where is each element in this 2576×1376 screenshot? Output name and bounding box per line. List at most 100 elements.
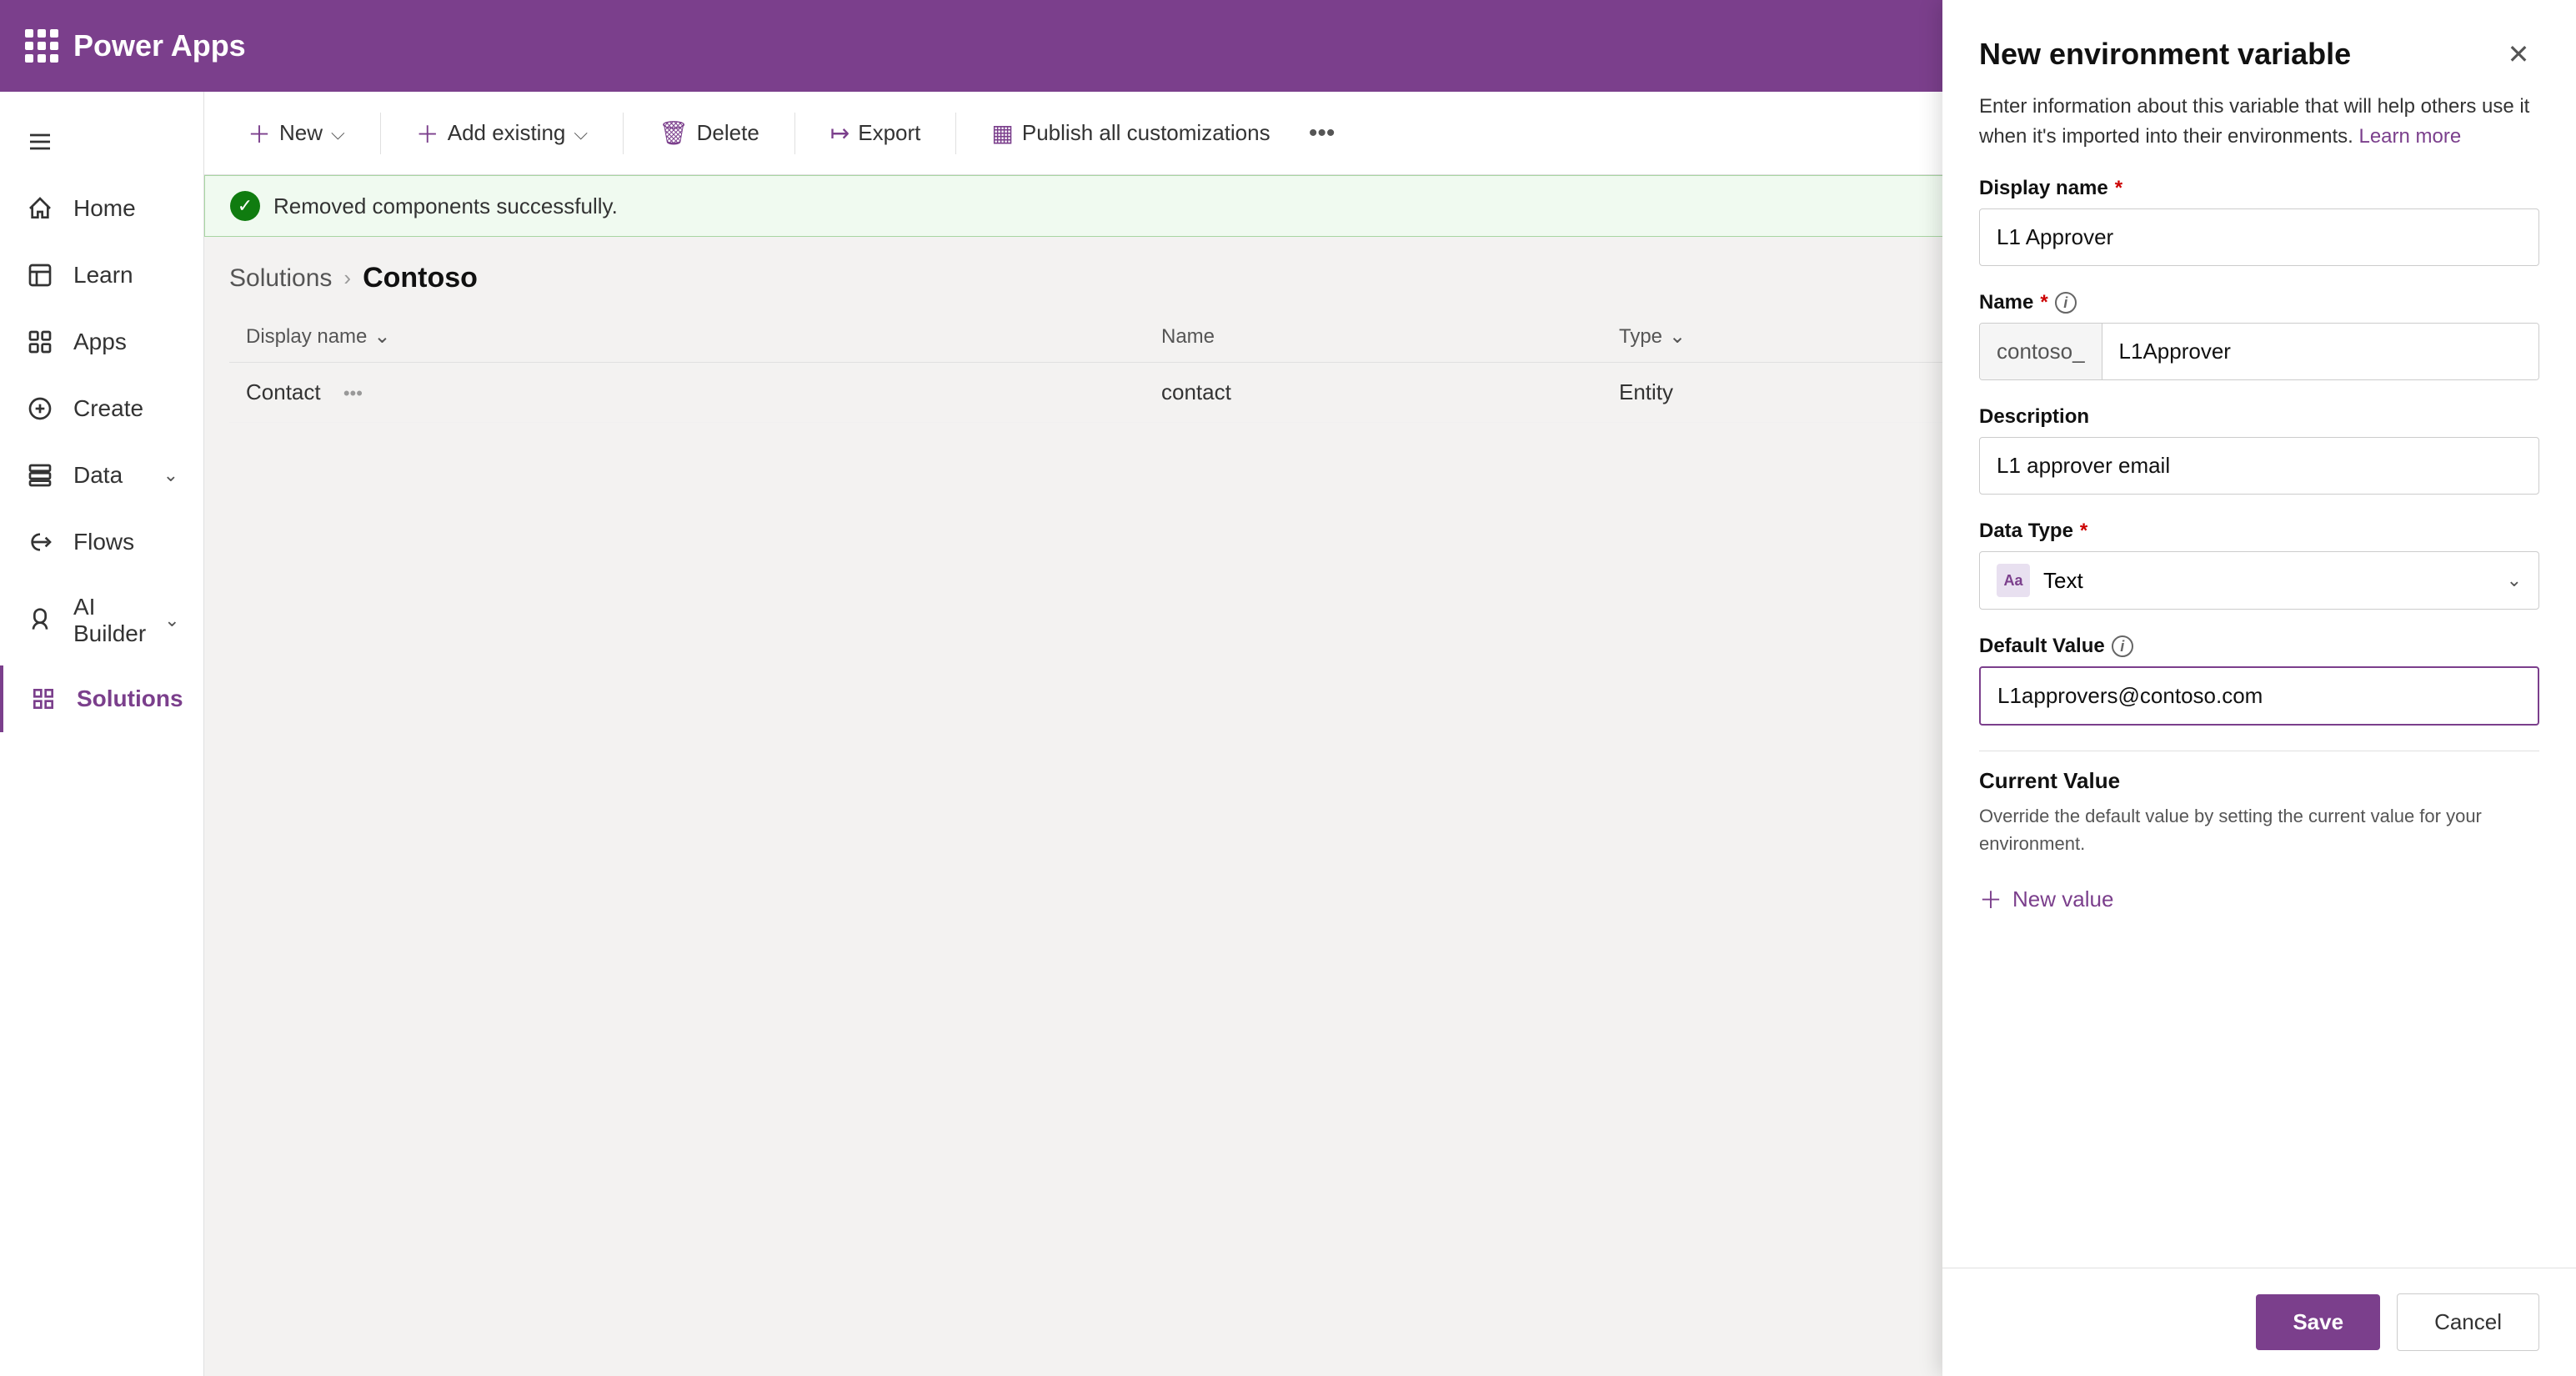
name-label-row: Name * i xyxy=(1979,291,2539,314)
row-more-icon[interactable]: ••• xyxy=(343,383,363,404)
sidebar-item-data[interactable]: Data ⌄ xyxy=(0,442,203,509)
export-icon: ↦ xyxy=(830,119,849,147)
sidebar-item-home-label: Home xyxy=(73,195,136,222)
sidebar: Home Learn Apps xyxy=(0,92,204,1376)
name-prefix: contoso_ xyxy=(1980,324,2102,379)
learn-more-link[interactable]: Learn more xyxy=(2358,125,2461,148)
new-button-label: New xyxy=(279,120,323,146)
add-new-value-button[interactable]: ＋ New value xyxy=(1979,874,2113,924)
app-title: Power Apps xyxy=(73,28,246,63)
name-group: Name * i contoso_ xyxy=(1979,291,2539,380)
sidebar-item-learn[interactable]: Learn xyxy=(0,242,203,309)
logo-area: Power Apps xyxy=(25,28,246,63)
name-input-group: contoso_ xyxy=(1979,323,2539,380)
new-chevron-icon: ⌵ xyxy=(331,123,345,144)
cancel-button[interactable]: Cancel xyxy=(2397,1293,2539,1351)
data-type-label-row: Data Type * xyxy=(1979,520,2539,543)
row-display-name: Contact ••• xyxy=(246,379,1161,405)
flows-icon xyxy=(25,527,55,557)
sidebar-item-flows-label: Flows xyxy=(73,529,134,555)
plus-icon: ＋ xyxy=(248,117,271,150)
panel-title: New environment variable xyxy=(1979,37,2351,72)
publish-label: Publish all customizations xyxy=(1022,120,1270,146)
sidebar-item-home[interactable]: Home xyxy=(0,175,203,242)
data-type-value: Aa Text xyxy=(1997,564,2083,597)
delete-button[interactable]: 🗑 Delete xyxy=(640,108,778,158)
success-check-icon: ✓ xyxy=(230,191,260,221)
display-name-input[interactable] xyxy=(1979,208,2539,266)
hamburger-icon xyxy=(25,127,55,157)
description-input[interactable] xyxy=(1979,437,2539,495)
display-name-required: * xyxy=(2115,177,2122,200)
name-required: * xyxy=(2040,291,2047,314)
export-label: Export xyxy=(858,120,920,146)
save-button[interactable]: Save xyxy=(2256,1294,2380,1350)
apps-icon xyxy=(25,327,55,357)
default-value-group: Default Value i xyxy=(1979,635,2539,726)
sidebar-item-create[interactable]: Create xyxy=(0,375,203,442)
export-button[interactable]: ↦ Export xyxy=(812,108,940,158)
toolbar-divider-3 xyxy=(794,113,795,154)
current-value-section: Current Value Override the default value… xyxy=(1979,768,2539,924)
header-type-label: Type xyxy=(1619,325,1662,349)
header-display-name-label: Display name xyxy=(246,325,367,349)
new-value-label: New value xyxy=(2012,886,2113,912)
sidebar-item-data-label: Data xyxy=(73,462,123,489)
panel-description: Enter information about this variable th… xyxy=(1942,92,2576,177)
name-info-icon[interactable]: i xyxy=(2055,292,2077,314)
text-type-icon: Aa xyxy=(1997,564,2030,597)
type-sort-icon: ⌄ xyxy=(1669,324,1686,349)
add-icon: ＋ xyxy=(416,117,439,150)
panel-header: New environment variable ✕ xyxy=(1942,0,2576,92)
description-group: Description xyxy=(1979,405,2539,495)
publish-icon: ▦ xyxy=(991,119,1013,147)
sidebar-item-apps-label: Apps xyxy=(73,329,127,355)
publish-button[interactable]: ▦ Publish all customizations xyxy=(973,108,1288,158)
add-existing-button[interactable]: ＋ Add existing ⌵ xyxy=(398,105,606,162)
data-icon xyxy=(25,460,55,490)
sidebar-item-ai-builder-label: AI Builder xyxy=(73,594,146,647)
data-type-required: * xyxy=(2080,520,2087,543)
breadcrumb-solutions-link[interactable]: Solutions xyxy=(229,264,332,293)
panel-close-button[interactable]: ✕ xyxy=(2498,33,2539,75)
trash-icon: 🗑 xyxy=(659,119,689,147)
data-type-group: Data Type * Aa Text ⌄ xyxy=(1979,520,2539,610)
name-input[interactable] xyxy=(2102,324,2538,379)
toolbar-divider-4 xyxy=(955,113,956,154)
sidebar-item-flows[interactable]: Flows xyxy=(0,509,203,575)
data-type-select[interactable]: Aa Text ⌄ xyxy=(1979,551,2539,610)
breadcrumb-current: Contoso xyxy=(363,262,478,294)
data-chevron-icon: ⌄ xyxy=(163,465,178,486)
panel-footer: Save Cancel xyxy=(1942,1268,2576,1376)
learn-icon xyxy=(25,260,55,290)
header-name: Name xyxy=(1161,324,1619,349)
default-value-info-icon[interactable]: i xyxy=(2112,635,2133,657)
sidebar-item-ai-builder[interactable]: AI Builder ⌄ xyxy=(0,575,203,665)
sidebar-item-create-label: Create xyxy=(73,395,143,422)
sidebar-item-apps[interactable]: Apps xyxy=(0,309,203,375)
sidebar-item-solutions[interactable]: Solutions xyxy=(0,665,203,732)
sidebar-item-solutions-label: Solutions xyxy=(77,685,183,712)
description-label: Description xyxy=(1979,405,2539,429)
plus-new-value-icon: ＋ xyxy=(1979,882,2002,916)
default-value-input[interactable] xyxy=(1979,666,2539,726)
breadcrumb-separator: › xyxy=(343,265,351,291)
add-existing-label: Add existing xyxy=(448,120,566,146)
row-actions: ••• xyxy=(343,383,363,404)
solutions-icon xyxy=(28,684,58,714)
ai-icon xyxy=(25,605,55,635)
success-message: Removed components successfully. xyxy=(273,193,618,219)
header-display-name[interactable]: Display name ⌄ xyxy=(246,324,1161,349)
ai-builder-chevron-icon: ⌄ xyxy=(164,610,179,631)
more-button[interactable]: ••• xyxy=(1297,108,1347,158)
new-button[interactable]: ＋ New ⌵ xyxy=(229,105,363,162)
delete-label: Delete xyxy=(697,120,759,146)
toolbar-divider-1 xyxy=(380,113,381,154)
row-name: contact xyxy=(1161,379,1619,405)
create-icon xyxy=(25,394,55,424)
add-existing-chevron-icon: ⌵ xyxy=(574,123,588,144)
panel-body: Display name * Name * i contoso_ Descrip… xyxy=(1942,177,2576,1268)
current-value-title: Current Value xyxy=(1979,768,2539,794)
sidebar-hamburger[interactable] xyxy=(0,108,203,175)
data-type-chevron-icon: ⌄ xyxy=(2507,570,2522,591)
